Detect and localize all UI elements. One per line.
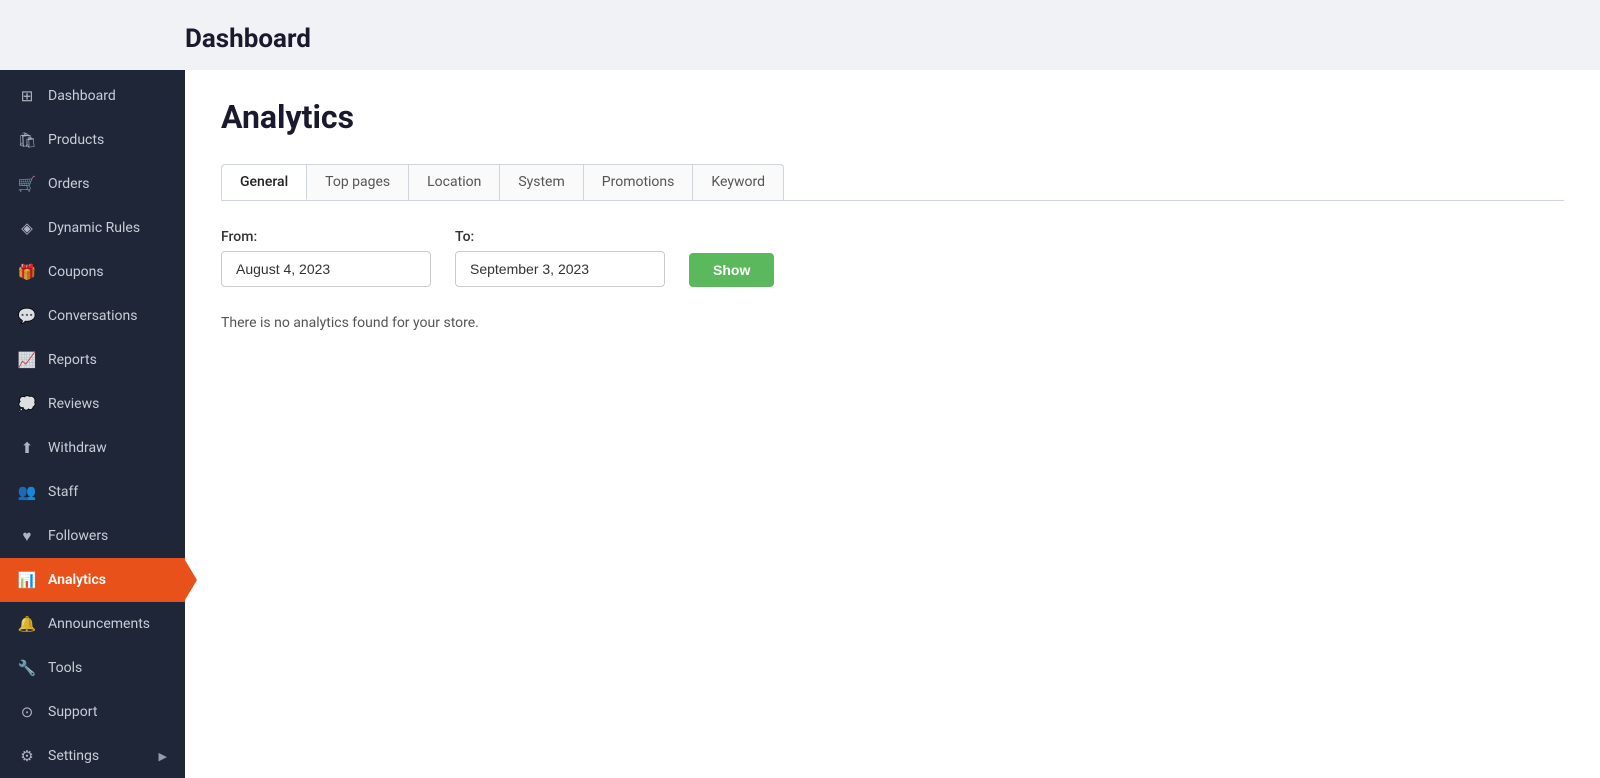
sidebar: ⊞ Dashboard 🛍 Products 🛒 Orders ◈ Dynamic Rules… — [0, 70, 185, 778]
sidebar-label-products: Products — [48, 132, 104, 148]
filter-row: From: To: Show — [221, 229, 1564, 287]
sidebar-label-analytics: Analytics — [48, 572, 106, 588]
withdraw-icon: ⬆ — [18, 439, 36, 457]
sidebar-item-announcements[interactable]: 🔔 Announcements — [0, 602, 185, 646]
tab-system[interactable]: System — [499, 164, 583, 200]
no-data-message: There is no analytics found for your sto… — [221, 315, 1564, 331]
sidebar-label-dashboard: Dashboard — [48, 88, 116, 104]
sidebar-label-announcements: Announcements — [48, 616, 150, 632]
conversations-icon: 💬 — [18, 307, 36, 325]
sidebar-item-reviews[interactable]: 💭 Reviews — [0, 382, 185, 426]
tab-location[interactable]: Location — [408, 164, 500, 200]
reviews-icon: 💭 — [18, 395, 36, 413]
main-content: Analytics GeneralTop pagesLocationSystem… — [185, 70, 1600, 778]
analytics-title: Analytics — [221, 98, 1564, 136]
sidebar-item-tools[interactable]: 🔧 Tools — [0, 646, 185, 690]
to-date-input[interactable] — [455, 251, 665, 287]
sidebar-label-withdraw: Withdraw — [48, 440, 107, 456]
analytics-icon: 📊 — [18, 571, 36, 589]
coupons-icon: 🎁 — [18, 263, 36, 281]
sidebar-item-support[interactable]: ⊙ Support — [0, 690, 185, 734]
sidebar-label-tools: Tools — [48, 660, 82, 676]
sidebar-item-coupons[interactable]: 🎁 Coupons — [0, 250, 185, 294]
staff-icon: 👥 — [18, 483, 36, 501]
sidebar-label-dynamic-rules: Dynamic Rules — [48, 220, 140, 236]
page-title: Dashboard — [185, 24, 1600, 54]
tab-top-pages[interactable]: Top pages — [306, 164, 409, 200]
settings-icon: ⚙ — [18, 747, 36, 765]
sidebar-item-conversations[interactable]: 💬 Conversations — [0, 294, 185, 338]
sidebar-item-withdraw[interactable]: ⬆ Withdraw — [0, 426, 185, 470]
tab-keyword[interactable]: Keyword — [692, 164, 784, 200]
reports-icon: 📈 — [18, 351, 36, 369]
sidebar-label-support: Support — [48, 704, 97, 720]
tab-general[interactable]: General — [221, 164, 307, 200]
to-label: To: — [455, 229, 665, 245]
sidebar-item-dashboard[interactable]: ⊞ Dashboard — [0, 74, 185, 118]
tab-promotions[interactable]: Promotions — [583, 164, 694, 200]
to-filter-group: To: — [455, 229, 665, 287]
sidebar-label-settings: Settings — [48, 748, 99, 764]
dynamic-rules-icon: ◈ — [18, 219, 36, 237]
settings-arrow-icon: ▶ — [159, 750, 167, 763]
show-button[interactable]: Show — [689, 253, 774, 287]
from-filter-group: From: — [221, 229, 431, 287]
from-date-input[interactable] — [221, 251, 431, 287]
sidebar-item-dynamic-rules[interactable]: ◈ Dynamic Rules — [0, 206, 185, 250]
followers-icon: ♥ — [18, 527, 36, 545]
sidebar-item-reports[interactable]: 📈 Reports — [0, 338, 185, 382]
sidebar-label-followers: Followers — [48, 528, 108, 544]
sidebar-item-followers[interactable]: ♥ Followers — [0, 514, 185, 558]
sidebar-item-settings[interactable]: ⚙ Settings ▶ — [0, 734, 185, 778]
sidebar-label-orders: Orders — [48, 176, 90, 192]
dashboard-icon: ⊞ — [18, 87, 36, 105]
sidebar-label-reports: Reports — [48, 352, 97, 368]
announcements-icon: 🔔 — [18, 615, 36, 633]
sidebar-item-analytics[interactable]: 📊 Analytics — [0, 558, 185, 602]
sidebar-label-coupons: Coupons — [48, 264, 104, 280]
products-icon: 🛍 — [18, 131, 36, 149]
orders-icon: 🛒 — [18, 175, 36, 193]
tools-icon: 🔧 — [18, 659, 36, 677]
sidebar-item-orders[interactable]: 🛒 Orders — [0, 162, 185, 206]
sidebar-label-staff: Staff — [48, 484, 78, 500]
sidebar-label-conversations: Conversations — [48, 308, 137, 324]
sidebar-item-products[interactable]: 🛍 Products — [0, 118, 185, 162]
sidebar-label-reviews: Reviews — [48, 396, 99, 412]
from-label: From: — [221, 229, 431, 245]
sidebar-item-staff[interactable]: 👥 Staff — [0, 470, 185, 514]
analytics-tabs: GeneralTop pagesLocationSystemPromotions… — [221, 164, 1564, 201]
support-icon: ⊙ — [18, 703, 36, 721]
